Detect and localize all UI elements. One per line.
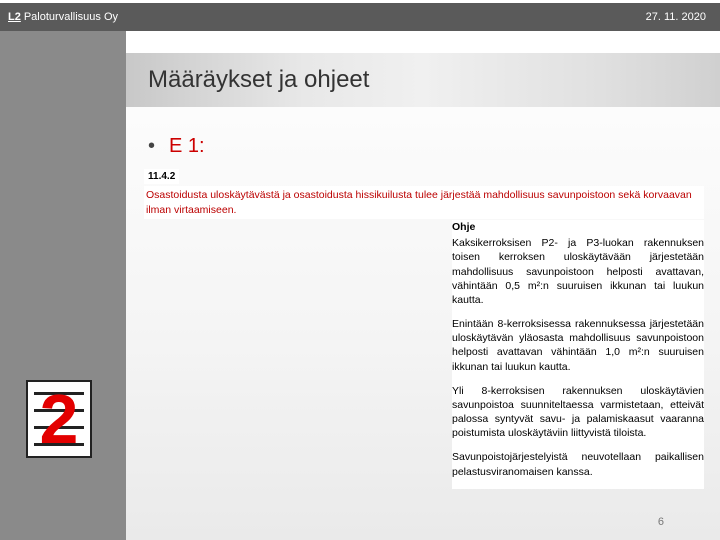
content-area: • E 1: 11.4.2 Osastoidusta uloskäytäväst… xyxy=(126,107,720,540)
guidance-p3: Yli 8-kerroksisen rakennuksen uloskäytäv… xyxy=(452,384,704,441)
guidance-heading: Ohje xyxy=(452,220,704,234)
bullet-dot: • xyxy=(148,135,155,158)
regulation-section: 11.4.2 xyxy=(144,169,179,184)
regulation-text: Osastoidusta uloskäytävästä ja osastoidu… xyxy=(144,186,704,219)
header-left: L2 Paloturvallisuus Oy xyxy=(8,11,118,23)
logo-glyph: 2 xyxy=(40,384,79,454)
guidance-p2: Enintään 8-kerroksisessa rakennuksessa j… xyxy=(452,317,704,374)
bullet-label: E 1: xyxy=(169,135,205,158)
header-date: 27. 11. 2020 xyxy=(646,11,706,23)
brand-logo: 2 xyxy=(26,380,92,458)
page-title: Määräykset ja ohjeet xyxy=(148,66,369,94)
title-bar: Määräykset ja ohjeet xyxy=(126,53,720,107)
company-name: Paloturvallisuus Oy xyxy=(24,11,118,23)
guidance-p1: Kaksikerroksisen P2- ja P3-luokan rakenn… xyxy=(452,236,704,307)
page-number: 6 xyxy=(658,516,664,528)
brand-short: L2 xyxy=(8,11,21,23)
bullet-row: • E 1: xyxy=(148,135,205,158)
header-bar: L2 Paloturvallisuus Oy 27. 11. 2020 xyxy=(0,3,720,31)
sidebar xyxy=(0,31,126,540)
guidance-p4: Savunpoistojärjestelyistä neuvotellaan p… xyxy=(452,450,704,478)
guidance-column: Ohje Kaksikerroksisen P2- ja P3-luokan r… xyxy=(452,220,704,489)
